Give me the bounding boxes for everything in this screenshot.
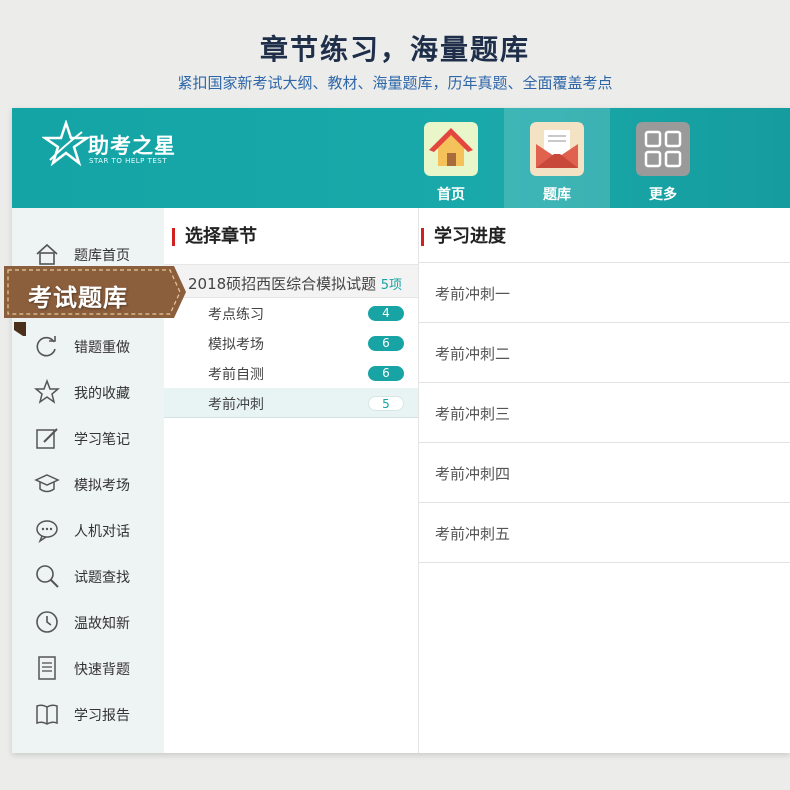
progress-item-label: 考前冲刺三 [435, 405, 511, 423]
progress-panel-heading: 学习进度 [421, 228, 506, 246]
sidebar-item-search[interactable]: 试题查找 [12, 555, 164, 595]
sidebar-item-mock-exam[interactable]: 模拟考场 [12, 463, 164, 503]
sidebar-item-label: 快速背题 [74, 662, 130, 678]
nav-more[interactable]: 更多 [610, 108, 716, 208]
exam-bank-ribbon: 考试题库 [4, 262, 190, 336]
logo[interactable]: 助考之星 STAR TO HELP TEST [42, 120, 192, 180]
count-badge: 5 [368, 396, 404, 411]
page-title: 章节练习，海量题库 [259, 33, 530, 66]
top-navigation-bar: 助考之星 STAR TO HELP TEST 首页 题库 更多 [12, 108, 790, 208]
chapter-panel-heading: 选择章节 [172, 228, 257, 246]
graduation-cap-icon [34, 474, 60, 493]
page-header: 章节练习，海量题库 紧扣国家新考试大纲、教材、海量题库，历年真题、全面覆盖考点 [0, 0, 790, 108]
progress-list: 考前冲刺一 考前冲刺二 考前冲刺三 考前冲刺四 考前冲刺五 [419, 262, 790, 563]
sidebar-item-label: 错题重做 [74, 340, 130, 356]
count-badge: 6 [368, 366, 404, 381]
chat-icon [36, 520, 58, 543]
chapter-item-self-test[interactable]: 考前自测 6 [164, 358, 418, 388]
chapter-panel: 选择章节 2018硕招西医综合模拟试题 5项 考点练习 4 模拟考场 6 考前自… [164, 208, 419, 753]
nav-more-label: 更多 [649, 187, 677, 203]
sidebar-item-label: 温故知新 [74, 616, 130, 632]
progress-item-label: 考前冲刺五 [435, 525, 511, 543]
document-icon [38, 656, 56, 680]
search-icon [36, 565, 59, 588]
chapter-item-label: 考点练习 [208, 307, 264, 323]
logo-star-icon [42, 120, 90, 167]
grid-icon [636, 122, 690, 176]
sidebar-item-dialogue[interactable]: 人机对话 [12, 509, 164, 549]
edit-icon [36, 428, 58, 449]
sidebar-item-label: 学习笔记 [74, 432, 130, 448]
progress-item[interactable]: 考前冲刺一 [419, 263, 790, 323]
chapter-item-label: 模拟考场 [208, 337, 264, 353]
nav-home-label: 首页 [437, 187, 465, 203]
logo-subtitle: STAR TO HELP TEST [89, 157, 168, 165]
sidebar-item-label: 人机对话 [74, 524, 130, 540]
sidebar-item-review[interactable]: 温故知新 [12, 601, 164, 641]
nav-home[interactable]: 首页 [398, 108, 504, 208]
book-icon [36, 704, 58, 725]
chapter-root-count: 5项 [380, 278, 402, 293]
home-icon [424, 122, 478, 176]
sidebar-item-notes[interactable]: 学习笔记 [12, 417, 164, 457]
progress-item[interactable]: 考前冲刺二 [419, 323, 790, 383]
sidebar-item-quick-memorize[interactable]: 快速背题 [12, 647, 164, 687]
envelope-icon [530, 122, 584, 176]
refresh-icon [36, 336, 56, 357]
ribbon-label: 考试题库 [28, 284, 128, 312]
sidebar-item-label: 模拟考场 [74, 478, 130, 494]
sidebar-item-label: 我的收藏 [74, 386, 130, 402]
sidebar-item-report[interactable]: 学习报告 [12, 693, 164, 733]
count-badge: 6 [368, 336, 404, 351]
progress-item-label: 考前冲刺一 [435, 285, 511, 303]
progress-item[interactable]: 考前冲刺五 [419, 503, 790, 563]
nav-question-bank-label: 题库 [543, 187, 571, 203]
chapter-item-practice[interactable]: 考点练习 4 [164, 298, 418, 328]
progress-item[interactable]: 考前冲刺三 [419, 383, 790, 443]
progress-item-label: 考前冲刺四 [435, 465, 511, 483]
page-subtitle: 紧扣国家新考试大纲、教材、海量题库，历年真题、全面覆盖考点 [177, 74, 613, 92]
sidebar-item-label: 试题查找 [74, 570, 130, 586]
chapter-tree-root[interactable]: 2018硕招西医综合模拟试题 5项 [164, 264, 418, 298]
logo-title: 助考之星 [88, 134, 176, 158]
count-badge: 4 [368, 306, 404, 321]
nav-question-bank[interactable]: 题库 [504, 108, 610, 208]
chapter-item-mock[interactable]: 模拟考场 6 [164, 328, 418, 358]
progress-item[interactable]: 考前冲刺四 [419, 443, 790, 503]
star-icon [34, 379, 60, 404]
progress-panel: 学习进度 考前冲刺一 考前冲刺二 考前冲刺三 考前冲刺四 考前冲刺五 [419, 208, 790, 753]
sidebar-item-favorites[interactable]: 我的收藏 [12, 371, 164, 411]
app-window: 助考之星 STAR TO HELP TEST 首页 题库 更多 题库首页 错题重… [12, 108, 790, 753]
chapter-item-label: 考前冲刺 [208, 397, 264, 413]
chapter-item-sprint[interactable]: 考前冲刺 5 [164, 388, 418, 418]
progress-item-label: 考前冲刺二 [435, 345, 511, 363]
chapter-item-label: 考前自测 [208, 367, 264, 383]
sidebar-item-label: 学习报告 [74, 708, 130, 724]
chapter-root-label: 2018硕招西医综合模拟试题 [188, 275, 377, 293]
clock-icon [36, 611, 58, 633]
